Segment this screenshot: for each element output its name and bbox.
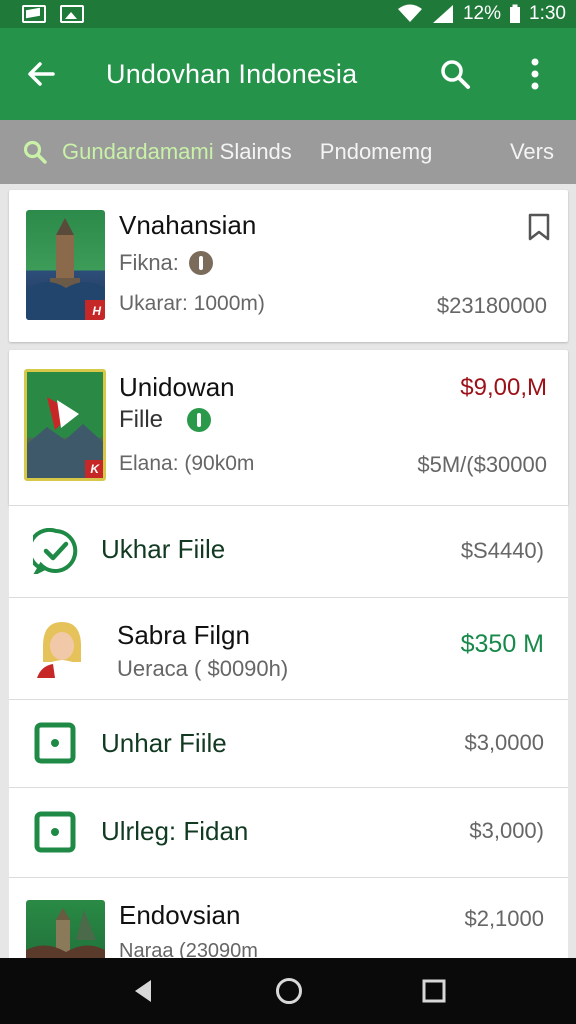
tab-gundardamami[interactable]: Gundardamami [62,139,214,165]
item-price: $3,000) [469,818,544,843]
battery-icon [510,4,521,23]
item-price: $350 M [460,630,544,658]
list-item[interactable]: Ulrleg: Fidan $3,000) [9,787,568,877]
item-title: Sabra Filgn [117,620,250,650]
info-icon [188,251,213,275]
list-item[interactable]: Endovsian Naraa (23090m $2,1000 [9,877,568,958]
more-vert-icon [531,58,539,90]
avatar [35,618,89,678]
record-square-icon [34,811,76,853]
thumb-badge-text: K [90,462,99,476]
item-price: $23180000 [436,293,547,318]
bookmark-button[interactable] [520,208,558,246]
app-bar: Undovhan Indonesia [0,28,576,120]
battery-percent: 12% [462,3,502,24]
tab-bar: Gundardamami Slainds Pndomemg Vers [0,120,576,184]
search-button[interactable] [436,55,474,93]
wifi-icon [397,4,422,22]
item-price: $3,0000 [464,730,544,755]
record-square-icon [34,722,76,764]
page-title: Undovhan Indonesia [106,58,358,89]
monument-image [26,908,105,958]
signal-icon [432,5,453,23]
check-chat-icon [33,528,78,574]
item-title: Endovsian [119,900,241,930]
tab-slainds[interactable]: Slainds [220,139,292,165]
list-card[interactable]: K Unidowan Fille Elana: (90k0m $9,00,M $… [9,350,568,505]
status-bar: 12% 1:30 [0,0,576,28]
list-item[interactable]: Sabra Filgn Ueraca ( $0090h) $350 M [9,597,568,699]
item-title: Unhar Fiile [101,728,227,758]
card-thumbnail: K [24,369,106,481]
item-title: Ulrleg: Fidan [101,816,249,846]
item-title: Unidowan [119,372,235,402]
item-subtitle-text: Fille [119,406,164,433]
system-nav-bar [0,958,576,1024]
clock: 1:30 [529,3,566,24]
tab-vers[interactable]: Vers [510,139,554,165]
item-thumbnail [26,900,105,958]
item-subtitle: Fikna: [119,250,213,276]
notification-flag-icon [22,5,46,23]
item-price: $S4440) [460,538,544,563]
tab-search-icon[interactable] [22,139,48,165]
back-button[interactable] [22,55,60,93]
list-card[interactable]: H Vnahansian Fikna: Ukarar: 1000m) $2318… [9,190,568,342]
overflow-menu-button[interactable] [516,55,554,93]
item-price: $9,00,M [460,374,547,401]
bookmark-icon [528,213,550,241]
nav-back-icon[interactable] [129,977,157,1005]
verified-icon [187,408,212,432]
card-thumbnail: H [26,210,105,320]
item-title: Ukhar Fiile [101,534,226,564]
item-subtitle: Fille [119,406,212,434]
item-subtitle: Ueraca ( $0090h) [117,656,289,681]
item-subtitle: Naraa (23090m [119,940,258,958]
search-icon [441,60,470,89]
person-avatar-image [37,622,87,678]
notification-image-icon [60,5,84,23]
item-price-range: $5M/($30000 [417,452,547,477]
item-title: Vnahansian [119,210,257,240]
nav-home-icon[interactable] [274,976,304,1006]
thumb-badge-text: H [92,304,101,318]
list-item[interactable]: Unhar Fiile $3,0000 [9,699,568,787]
item-meta: Ukarar: 1000m) [119,292,265,315]
item-price: $2,1000 [464,906,544,931]
item-meta: Elana: (90k0m [119,452,255,475]
item-subtitle-text: Fikna: [119,250,179,275]
tab-pndomemg[interactable]: Pndomemg [320,139,433,165]
list-item[interactable]: Ukhar Fiile $S4440) [9,505,568,597]
nav-recents-icon[interactable] [421,978,447,1004]
back-arrow-icon [28,62,55,86]
